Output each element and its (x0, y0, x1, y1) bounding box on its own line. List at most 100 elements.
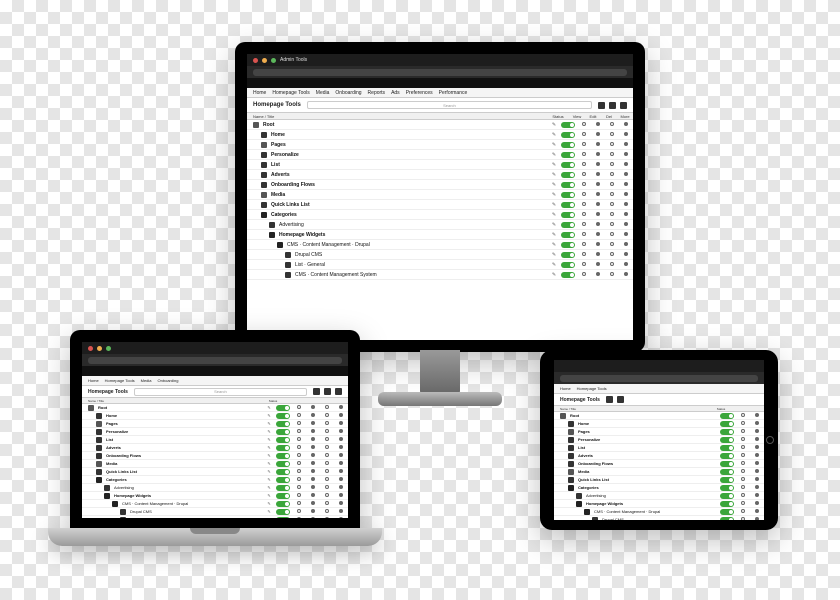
row-action[interactable] (619, 262, 633, 268)
table-row[interactable]: Personalize (554, 436, 764, 444)
col-status[interactable]: Status (547, 114, 569, 119)
row-action[interactable] (306, 517, 320, 518)
table-row[interactable]: Home✎ (82, 412, 348, 420)
menu-item[interactable]: Homepage Tools (272, 90, 309, 96)
row-action[interactable] (577, 132, 591, 138)
user-icon[interactable] (620, 102, 627, 109)
row-action[interactable] (619, 142, 633, 148)
row-action[interactable] (619, 252, 633, 258)
settings-icon[interactable] (606, 396, 613, 403)
row-action[interactable] (320, 445, 334, 450)
row-action[interactable] (334, 437, 348, 442)
table-row[interactable]: Categories (554, 484, 764, 492)
table-row[interactable]: Categories✎ (247, 210, 633, 220)
row-action[interactable] (591, 122, 605, 128)
row-action[interactable] (605, 262, 619, 268)
table-row[interactable]: Media (554, 468, 764, 476)
row-action[interactable] (334, 469, 348, 474)
row-action[interactable] (750, 501, 764, 506)
row-action[interactable] (619, 182, 633, 188)
row-action[interactable] (736, 421, 750, 426)
row-action[interactable] (306, 421, 320, 426)
table-row[interactable]: Pages✎ (82, 420, 348, 428)
row-action[interactable] (736, 485, 750, 490)
row-action[interactable] (320, 437, 334, 442)
row-action[interactable] (750, 413, 764, 418)
row-action[interactable] (306, 493, 320, 498)
table-row[interactable]: Onboarding Flows✎ (82, 452, 348, 460)
row-action[interactable] (292, 485, 306, 490)
row-action[interactable] (306, 453, 320, 458)
row-action[interactable] (736, 453, 750, 458)
col-name[interactable]: Name / Title (247, 114, 531, 119)
menu-item[interactable]: Media (141, 378, 152, 383)
table-row[interactable]: CMS · Content Management System✎ (247, 270, 633, 280)
status-toggle[interactable] (559, 172, 577, 178)
menu-item[interactable]: Onboarding (335, 90, 361, 96)
row-action[interactable] (292, 517, 306, 518)
status-toggle[interactable] (274, 429, 292, 435)
status-toggle[interactable] (718, 517, 736, 521)
table-row[interactable]: Advertising✎ (247, 220, 633, 230)
menu-item[interactable]: Home (560, 386, 571, 391)
row-action[interactable] (750, 469, 764, 474)
row-action[interactable] (736, 501, 750, 506)
row-action[interactable] (619, 192, 633, 198)
status-toggle[interactable] (274, 493, 292, 499)
row-action[interactable] (750, 477, 764, 482)
table-row[interactable]: CMS · Content Management · Drupal✎ (82, 500, 348, 508)
row-action[interactable] (750, 461, 764, 466)
row-action[interactable] (605, 142, 619, 148)
row-action[interactable] (334, 477, 348, 482)
status-toggle[interactable] (559, 182, 577, 188)
row-action[interactable] (750, 437, 764, 442)
table-row[interactable]: Media✎ (82, 460, 348, 468)
edit-icon[interactable]: ✎ (264, 509, 274, 514)
status-toggle[interactable] (559, 202, 577, 208)
col-status[interactable]: Status (710, 407, 732, 411)
tab-title[interactable]: Admin Tools (280, 57, 307, 63)
edit-icon[interactable]: ✎ (264, 485, 274, 490)
row-action[interactable] (750, 485, 764, 490)
row-action[interactable] (577, 202, 591, 208)
row-action[interactable] (619, 162, 633, 168)
table-row[interactable]: Root (554, 412, 764, 420)
table-row[interactable]: List · General✎ (247, 260, 633, 270)
search-input[interactable]: Search (307, 101, 592, 109)
row-action[interactable] (320, 477, 334, 482)
row-action[interactable] (320, 517, 334, 518)
row-action[interactable] (605, 222, 619, 228)
table-row[interactable]: Pages (554, 428, 764, 436)
row-action[interactable] (320, 405, 334, 410)
status-toggle[interactable] (559, 132, 577, 138)
row-action[interactable] (320, 469, 334, 474)
row-action[interactable] (292, 509, 306, 514)
edit-icon[interactable]: ✎ (264, 421, 274, 426)
row-action[interactable] (292, 429, 306, 434)
row-action[interactable] (750, 509, 764, 514)
row-action[interactable] (605, 132, 619, 138)
row-action[interactable] (591, 142, 605, 148)
row-action[interactable] (306, 469, 320, 474)
row-action[interactable] (577, 162, 591, 168)
search-input[interactable]: Search (134, 388, 307, 396)
status-toggle[interactable] (274, 453, 292, 459)
row-action[interactable] (306, 445, 320, 450)
row-action[interactable] (619, 152, 633, 158)
table-row[interactable]: Pages✎ (247, 140, 633, 150)
table-row[interactable]: Personalize✎ (247, 150, 633, 160)
status-toggle[interactable] (274, 413, 292, 419)
row-action[interactable] (591, 162, 605, 168)
row-action[interactable] (605, 242, 619, 248)
row-action[interactable] (577, 232, 591, 238)
edit-icon[interactable]: ✎ (264, 493, 274, 498)
menu-item[interactable]: Home (88, 378, 99, 383)
table-row[interactable]: Drupal CMS✎ (82, 508, 348, 516)
user-icon[interactable] (617, 396, 624, 403)
edit-icon[interactable]: ✎ (549, 142, 559, 148)
row-action[interactable] (320, 509, 334, 514)
row-action[interactable] (292, 477, 306, 482)
row-action[interactable] (292, 413, 306, 418)
edit-icon[interactable]: ✎ (264, 453, 274, 458)
col-more[interactable]: More (617, 114, 633, 119)
